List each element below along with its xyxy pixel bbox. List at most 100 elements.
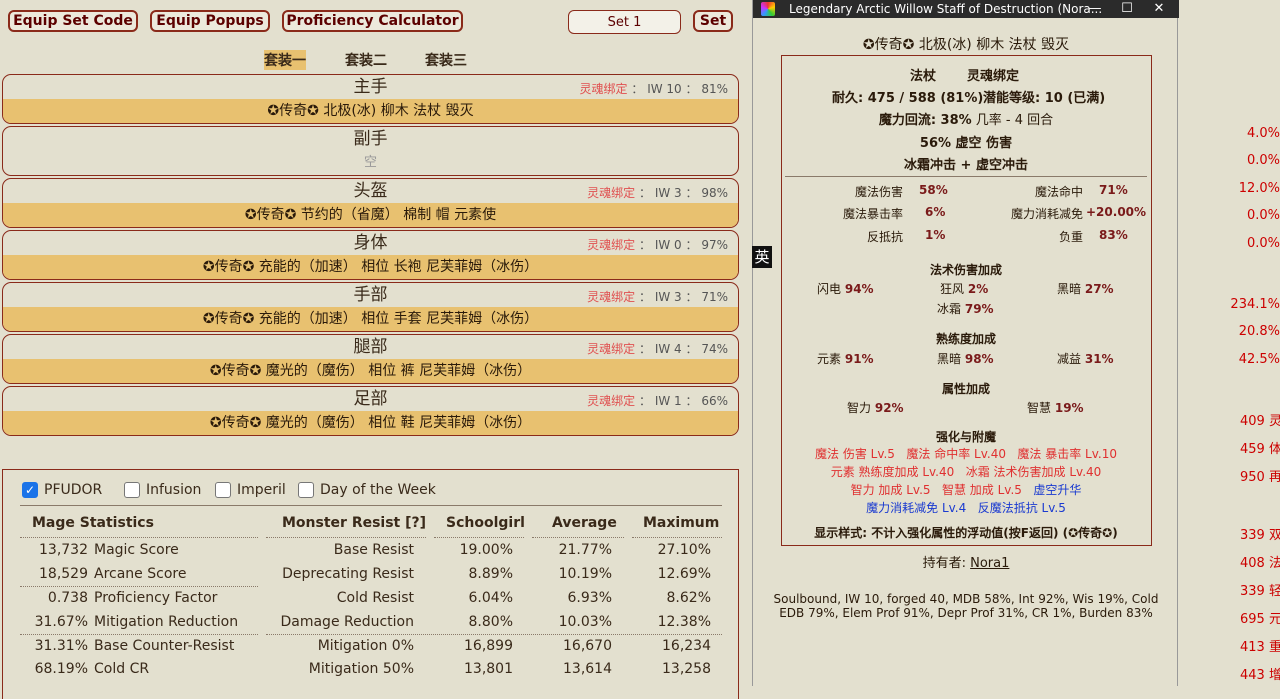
equipped-item[interactable]: ✪传奇✪ 充能的（加速） 相位 长袍 尼芙菲姆（冰伤）: [3, 255, 738, 279]
checkmark-icon: ✓: [22, 482, 38, 498]
stat-value: 18,529: [39, 566, 88, 582]
average-value: 6.93%: [567, 590, 612, 606]
slot-meta: 灵魂绑定 ： IW 3 ： 98%: [587, 186, 728, 200]
schoolgirl-value: 8.89%: [468, 566, 513, 582]
maximize-icon[interactable]: ☐: [1113, 0, 1141, 18]
percent-value: 4.0%: [1246, 126, 1280, 141]
soulbound-label: 灵魂绑定: [967, 69, 1020, 84]
edge-row: 339 轻: [1240, 584, 1280, 599]
spell-bonus: 闪电 94%: [817, 282, 874, 296]
resist-label: Damage Reduction: [280, 614, 414, 630]
minimize-icon[interactable]: —: [1081, 0, 1109, 18]
soulbound-label: 灵魂绑定: [579, 82, 628, 96]
proficiency-title: 熟练度加成: [935, 332, 996, 346]
percent-value: 234.1%: [1230, 297, 1280, 312]
tab-set-2[interactable]: 套装二: [345, 50, 387, 70]
soulbound-label: 灵魂绑定: [587, 238, 636, 252]
percent-value: 12.0%: [1238, 181, 1280, 196]
holder-link[interactable]: Nora1: [970, 556, 1009, 571]
infusion-checkbox[interactable]: Infusion: [124, 482, 201, 498]
stat-value: 1%: [925, 228, 946, 242]
equipped-item[interactable]: ✪传奇✪ 魔光的（魔伤） 相位 鞋 尼芙菲姆（冰伤）: [3, 411, 738, 435]
slot-meta: 灵魂绑定 ： IW 10 ： 81%: [579, 82, 728, 96]
condition-pct: 81%: [701, 82, 728, 96]
edge-row: 413 重: [1240, 640, 1280, 655]
durability: 耐久: 475 / 588 (81%): [832, 91, 984, 106]
schoolgirl-value: 8.80%: [468, 614, 513, 630]
equipped-item[interactable]: ✪传奇✪ 充能的（加速） 相位 手套 尼芙菲姆（冰伤）: [3, 307, 738, 331]
stat-label: Magic Score: [94, 542, 179, 558]
equipped-item[interactable]: ✪传奇✪ 节约的（省魔） 棉制 帽 元素使: [3, 203, 738, 227]
stat-value: 0.738: [47, 590, 88, 606]
checkbox-label: Imperil: [237, 482, 286, 498]
proficiency-calculator-button[interactable]: Proficiency Calculator: [282, 10, 463, 32]
spell-bonus: 冰霜 79%: [937, 302, 994, 316]
condition-pct: 74%: [701, 342, 728, 356]
popup-title: Legendary Arctic Willow Staff of Destruc…: [789, 2, 1103, 16]
spell-bonus: 狂风 2%: [940, 282, 989, 296]
stat-value: 31.67%: [34, 614, 88, 630]
equipped-item[interactable]: ✪传奇✪ 北极(冰) 柳木 法杖 毁灭: [3, 99, 738, 123]
resist-label: Mitigation 0%: [317, 638, 414, 654]
soulbound-label: 灵魂绑定: [587, 342, 636, 356]
equip-set-code-button[interactable]: Equip Set Code: [8, 10, 138, 32]
attr-bonus: 智慧 19%: [1027, 401, 1084, 415]
slot-off-hand[interactable]: 副手 空: [2, 126, 739, 176]
imperil-checkbox[interactable]: Imperil: [215, 482, 286, 498]
schoolgirl-value: 19.00%: [459, 542, 513, 558]
schoolgirl-value: 6.04%: [468, 590, 513, 606]
slot-main-hand[interactable]: 主手 灵魂绑定 ： IW 10 ： 81% ✪传奇✪ 北极(冰) 柳木 法杖 毁…: [2, 74, 739, 124]
edge-row: 443 增: [1240, 668, 1280, 683]
condition-pct: 71%: [701, 290, 728, 304]
condition-pct: 97%: [701, 238, 728, 252]
condition-pct: 66%: [701, 394, 728, 408]
slot-feet[interactable]: 足部 灵魂绑定 ： IW 1 ： 66% ✪传奇✪ 魔光的（魔伤） 相位 鞋 尼…: [2, 386, 739, 436]
edge-row: 695 元: [1240, 612, 1280, 627]
stat-label: 魔力消耗减免: [1010, 207, 1083, 221]
stat-value: 71%: [1099, 183, 1128, 197]
stat-label: 魔法命中: [1034, 185, 1083, 199]
iw-level: IW 3: [654, 186, 682, 200]
close-icon[interactable]: ✕: [1145, 0, 1173, 18]
checkbox-box: [298, 482, 314, 498]
prof-bonus: 元素 91%: [817, 352, 874, 366]
spell-bonus: 黑暗 27%: [1057, 282, 1114, 296]
header-monster-resist[interactable]: Monster Resist [?]: [282, 515, 426, 531]
set-name-input[interactable]: [568, 10, 681, 34]
stat-label: Mitigation Reduction: [94, 614, 239, 630]
divider: [632, 537, 722, 538]
slot-meta: 灵魂绑定 ： IW 4 ： 74%: [587, 342, 728, 356]
percent-value: 0.0%: [1246, 208, 1280, 223]
edge-row: 409 灵: [1240, 414, 1280, 429]
slot-hands[interactable]: 手部 灵魂绑定 ： IW 3 ： 71% ✪传奇✪ 充能的（加速） 相位 手套 …: [2, 282, 739, 332]
slot-name: 副手: [353, 129, 388, 149]
edge-row: 459 体: [1240, 442, 1280, 457]
slot-meta: 灵魂绑定 ： IW 0 ： 97%: [587, 238, 728, 252]
tab-set-3[interactable]: 套装三: [425, 50, 467, 70]
slot-meta: 灵魂绑定 ： IW 1 ： 66%: [587, 394, 728, 408]
upgrades-line: 元素 熟练度加成 Lv.40 冰霜 法术伤害加成 Lv.40: [830, 465, 1102, 479]
divider: [266, 634, 722, 635]
maximum-value: 16,234: [662, 638, 711, 654]
slot-legs[interactable]: 腿部 灵魂绑定 ： IW 4 ： 74% ✪传奇✪ 魔光的（魔伤） 相位 裤 尼…: [2, 334, 739, 384]
iw-level: IW 3: [654, 290, 682, 304]
browser-app-icon: [761, 2, 775, 16]
pfudor-checkbox[interactable]: ✓ PFUDOR: [22, 482, 102, 498]
iw-level: IW 4: [654, 342, 682, 356]
prof-bonus: 减益 31%: [1057, 352, 1114, 366]
average-value: 13,614: [563, 661, 612, 677]
tab-set-1[interactable]: 套装一: [264, 50, 306, 70]
stat-label: Proficiency Factor: [94, 590, 218, 606]
average-value: 10.03%: [558, 614, 612, 630]
percent-value: 20.8%: [1238, 324, 1280, 339]
slot-body[interactable]: 身体 灵魂绑定 ： IW 0 ： 97% ✪传奇✪ 充能的（加速） 相位 长袍 …: [2, 230, 739, 280]
ime-indicator[interactable]: 英: [752, 246, 772, 268]
iw-level: IW 10: [647, 82, 682, 96]
day-of-week-checkbox[interactable]: Day of the Week: [298, 482, 436, 498]
stat-value: 6%: [925, 205, 946, 219]
set-button[interactable]: Set: [693, 10, 733, 32]
equip-popups-button[interactable]: Equip Popups: [150, 10, 270, 32]
equipped-item[interactable]: ✪传奇✪ 魔光的（魔伤） 相位 裤 尼芙菲姆（冰伤）: [3, 359, 738, 383]
popup-titlebar[interactable]: Legendary Arctic Willow Staff of Destruc…: [753, 0, 1179, 18]
slot-helmet[interactable]: 头盔 灵魂绑定 ： IW 3 ： 98% ✪传奇✪ 节约的（省魔） 棉制 帽 元…: [2, 178, 739, 228]
